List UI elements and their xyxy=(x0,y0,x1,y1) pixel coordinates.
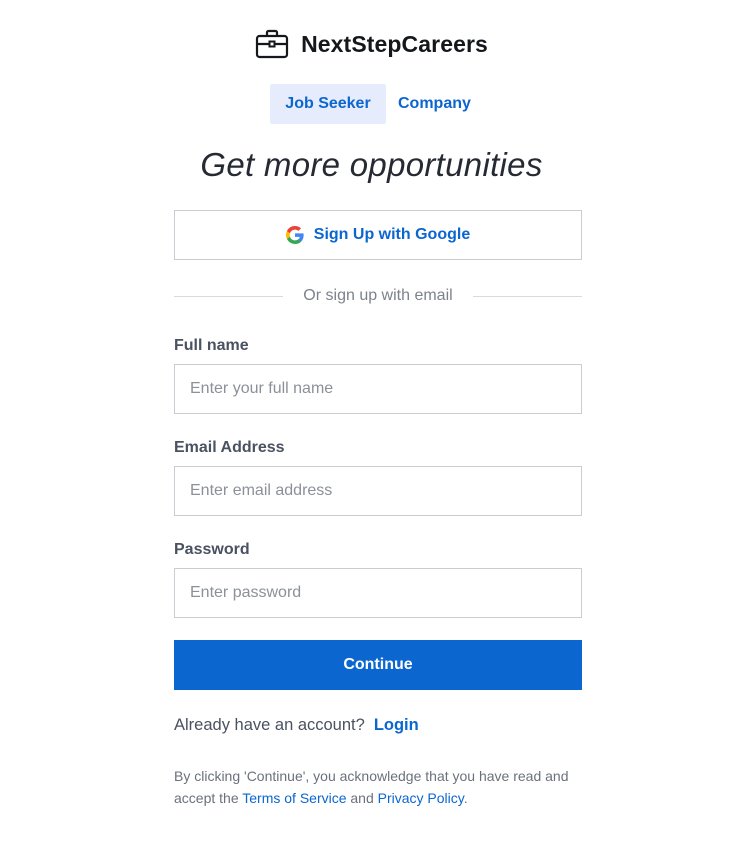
password-input[interactable] xyxy=(174,568,582,618)
brand-name: NextStepCareers xyxy=(301,30,488,57)
full-name-input[interactable] xyxy=(174,364,582,414)
terms-of-service-link[interactable]: Terms of Service xyxy=(242,790,346,806)
or-divider: Or sign up with email xyxy=(174,286,582,306)
email-input[interactable] xyxy=(174,466,582,516)
legal-suffix: . xyxy=(463,790,468,806)
legal-notice: By clicking 'Continue', you acknowledge … xyxy=(174,765,594,809)
divider-text: Or sign up with email xyxy=(303,287,453,304)
google-icon xyxy=(285,226,304,244)
divider-line-right xyxy=(473,296,582,297)
continue-button[interactable]: Continue xyxy=(174,640,582,690)
login-prompt-row: Already have an account? Login xyxy=(174,716,419,735)
google-signup-button[interactable]: Sign Up with Google xyxy=(174,210,582,260)
divider-line-left xyxy=(174,296,283,297)
password-label: Password xyxy=(174,541,250,558)
full-name-label: Full name xyxy=(174,337,249,354)
account-type-tabs: Job Seeker Company xyxy=(270,84,483,124)
briefcase-icon xyxy=(255,29,289,59)
signup-page: NextStepCareers Job Seeker Company Get m… xyxy=(0,0,743,845)
page-title: Get more opportunities xyxy=(200,146,543,183)
tab-company[interactable]: Company xyxy=(386,84,483,124)
login-link[interactable]: Login xyxy=(374,716,419,735)
email-label: Email Address xyxy=(174,439,285,456)
privacy-policy-link[interactable]: Privacy Policy xyxy=(378,790,464,806)
login-prompt: Already have an account? xyxy=(174,716,365,734)
legal-and: and xyxy=(346,790,378,806)
brand: NextStepCareers xyxy=(0,28,743,60)
google-signup-label: Sign Up with Google xyxy=(313,226,471,243)
tab-job-seeker[interactable]: Job Seeker xyxy=(270,84,386,124)
